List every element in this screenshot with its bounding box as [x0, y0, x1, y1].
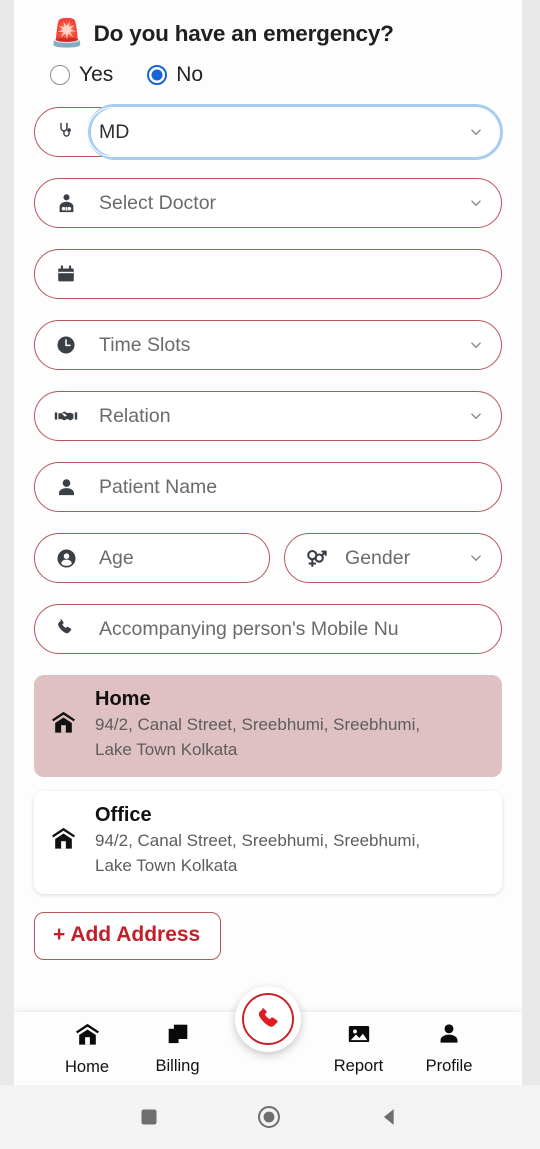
phone-screen: 🚨 Do you have an emergency? Yes No MD Se…: [0, 0, 540, 1149]
emergency-option-yes[interactable]: Yes: [50, 63, 113, 87]
image-report-icon: [346, 1021, 372, 1052]
gender-icon: [303, 546, 329, 570]
nav-item-home[interactable]: Home: [44, 1021, 130, 1077]
nav-item-label: Report: [333, 1057, 384, 1075]
rotating-light-icon: 🚨: [50, 18, 84, 48]
nav-item-billing[interactable]: Billing: [135, 1021, 221, 1076]
call-fab-button[interactable]: [235, 986, 301, 1052]
address-title: Home: [95, 688, 151, 710]
address-line-1: 94/2, Canal Street, Sreebhumi, Sreebhumi…: [95, 715, 421, 734]
radio-no-label: No: [176, 63, 204, 86]
chevron-down-icon: [467, 194, 485, 212]
doctor-icon: [53, 192, 79, 215]
home-icon: [50, 825, 77, 857]
doctor-placeholder: Select Doctor: [99, 191, 217, 214]
appointment-form: 🚨 Do you have an emergency? Yes No MD Se…: [14, 0, 522, 1011]
add-address-button[interactable]: + Add Address: [34, 911, 222, 960]
chevron-down-icon: [467, 123, 485, 141]
page-title: Do you have an emergency?: [93, 20, 394, 46]
nav-item-label: Home: [64, 1057, 109, 1076]
phone-icon: [53, 618, 79, 640]
chevron-down-icon: [467, 407, 485, 425]
handshake-icon: [53, 404, 79, 428]
billing-copy-icon: [165, 1021, 191, 1052]
gender-select[interactable]: Gender: [284, 533, 502, 583]
address-line-2: Lake Town Kolkata: [95, 855, 238, 875]
accompanying-mobile-placeholder: Accompanying person's Mobile Nu: [99, 617, 399, 640]
time-slots-select[interactable]: Time Slots: [34, 320, 502, 370]
address-card-home[interactable]: Home 94/2, Canal Street, Sreebhumi, Sree…: [34, 675, 502, 778]
square-recents-icon[interactable]: [139, 1107, 159, 1127]
patient-name-input[interactable]: Patient Name: [34, 462, 502, 512]
home-icon: [50, 709, 77, 741]
bottom-navigation: Home Billing Report Profile: [14, 986, 522, 1085]
person-icon: [436, 1021, 462, 1052]
relation-select[interactable]: Relation: [34, 391, 502, 441]
radio-yes-label: Yes: [79, 63, 114, 86]
relation-placeholder: Relation: [99, 404, 171, 427]
home-icon: [74, 1021, 101, 1053]
circle-home-icon[interactable]: [256, 1104, 282, 1130]
patient-name-placeholder: Patient Name: [99, 475, 218, 498]
age-gender-row: Age Gender: [34, 533, 502, 604]
age-placeholder: Age: [99, 546, 134, 569]
address-line-1: 94/2, Canal Street, Sreebhumi, Sreebhumi…: [95, 831, 421, 851]
app-viewport: 🚨 Do you have an emergency? Yes No MD Se…: [14, 0, 522, 1085]
specialization-value: MD: [99, 120, 130, 143]
account-circle-icon: [53, 547, 79, 570]
time-slots-placeholder: Time Slots: [99, 333, 191, 356]
chevron-down-icon: [467, 549, 485, 567]
address-title: Office: [95, 804, 152, 827]
specialization-select[interactable]: MD: [34, 104, 503, 160]
radio-yes[interactable]: [50, 65, 70, 85]
nav-item-label: Profile: [425, 1057, 473, 1075]
triangle-back-icon[interactable]: [379, 1106, 401, 1128]
nav-item-report[interactable]: Report: [316, 1021, 402, 1076]
address-body: Office 94/2, Canal Street, Sreebhumi, Sr…: [95, 804, 486, 878]
doctor-select[interactable]: Select Doctor: [34, 178, 502, 228]
address-body: Home 94/2, Canal Street, Sreebhumi, Sree…: [95, 688, 486, 762]
system-navigation-bar: [0, 1085, 540, 1149]
emergency-option-no[interactable]: No: [147, 63, 203, 87]
phone-call-icon: [242, 993, 294, 1045]
accompanying-mobile-input[interactable]: Accompanying person's Mobile Nu: [34, 604, 502, 654]
clock-icon: [53, 334, 79, 356]
nav-item-label: Billing: [155, 1057, 200, 1075]
calendar-icon: [53, 263, 79, 285]
person-icon: [53, 476, 79, 499]
date-input[interactable]: [34, 249, 502, 299]
gender-placeholder: Gender: [345, 546, 411, 569]
age-input[interactable]: Age: [34, 533, 271, 583]
address-card-office[interactable]: Office 94/2, Canal Street, Sreebhumi, Sr…: [34, 791, 502, 894]
stethoscope-icon: [53, 121, 79, 144]
address-line-2: Lake Town Kolkata: [95, 739, 238, 759]
radio-no[interactable]: [147, 65, 168, 85]
emergency-header: 🚨 Do you have an emergency?: [50, 20, 502, 47]
emergency-radio-group: Yes No: [50, 63, 502, 87]
chevron-down-icon: [467, 336, 485, 354]
nav-item-profile[interactable]: Profile: [406, 1021, 492, 1076]
